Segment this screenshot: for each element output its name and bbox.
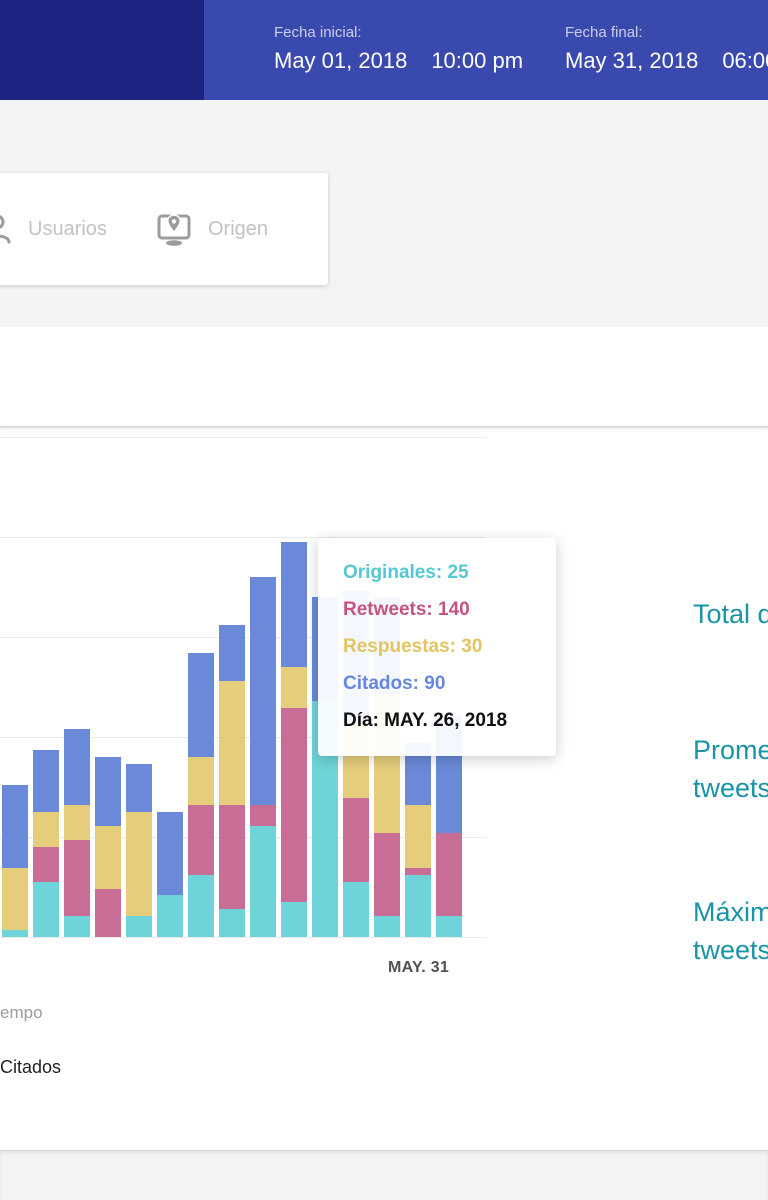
- origin-screen-pin-icon: [156, 212, 192, 246]
- segment-retweets: [374, 833, 400, 916]
- segment-respuestas: [95, 826, 121, 888]
- segment-originales: [436, 916, 462, 937]
- tooltip-row: Día: MAY. 26, 2018: [343, 702, 556, 739]
- segment-retweets: [281, 708, 307, 902]
- bar-may-21[interactable]: [126, 764, 152, 937]
- bar-may-19[interactable]: [64, 729, 90, 937]
- segment-retweets: [64, 840, 90, 916]
- segment-citados: [250, 577, 276, 806]
- stat-line: tweets por día: [693, 769, 768, 807]
- user-icon: [0, 213, 12, 245]
- chart-tooltip: Originales: 25Retweets: 140Respuestas: 3…: [318, 538, 556, 756]
- start-date-value: May 01, 2018 10:00 pm: [274, 48, 523, 74]
- segment-originales: [64, 916, 90, 937]
- bar-may-25[interactable]: [250, 577, 276, 937]
- legend-item-citados[interactable]: Citados: [0, 1057, 61, 1078]
- segment-originales: [2, 930, 28, 937]
- segment-citados: [2, 785, 28, 868]
- end-date-value: May 31, 2018 06:00 pm: [565, 48, 768, 74]
- tooltip-row: Respuestas: 30: [343, 628, 556, 665]
- segment-citados: [157, 812, 183, 895]
- segment-retweets: [436, 833, 462, 916]
- section-divider: [0, 426, 768, 428]
- stat-line: Promedio de: [693, 731, 768, 769]
- tooltip-row: Originales: 25: [343, 554, 556, 591]
- segment-respuestas: [33, 812, 59, 847]
- stat-line: tweets por día: [693, 931, 768, 969]
- bar-may-22[interactable]: [157, 812, 183, 937]
- tab-origen[interactable]: Origen: [156, 173, 268, 285]
- stat-item: Máximo detweets por día: [693, 893, 768, 969]
- end-date[interactable]: May 31, 2018: [565, 48, 698, 74]
- analytics-dashboard: Fecha inicial: May 01, 2018 10:00 pm Fec…: [0, 0, 768, 1200]
- start-date-label: Fecha inicial:: [274, 24, 362, 41]
- segment-respuestas: [64, 805, 90, 840]
- chart-caption-fragment: empo: [0, 1003, 43, 1023]
- segment-retweets: [405, 868, 431, 875]
- stat-item: Total de tweets: [693, 595, 768, 633]
- segment-respuestas: [2, 868, 28, 930]
- tab-bar-card: Usuarios Origen: [0, 173, 328, 285]
- segment-respuestas: [126, 812, 152, 916]
- segment-retweets: [95, 889, 121, 938]
- start-time[interactable]: 10:00 pm: [431, 48, 523, 74]
- activity-section: Originales: 25Retweets: 140Respuestas: 3…: [0, 327, 768, 1150]
- segment-originales: [126, 916, 152, 937]
- segment-originales: [343, 882, 369, 937]
- start-date[interactable]: May 01, 2018: [274, 48, 407, 74]
- segment-citados: [33, 750, 59, 812]
- segment-citados: [95, 757, 121, 826]
- tab-origen-label: Origen: [208, 218, 268, 241]
- segment-originales: [281, 902, 307, 937]
- end-time[interactable]: 06:00 pm: [722, 48, 768, 74]
- x-axis-baseline: [0, 937, 486, 938]
- segment-respuestas: [405, 805, 431, 867]
- segment-originales: [157, 895, 183, 937]
- segment-respuestas: [188, 757, 214, 806]
- date-range-header: Fecha inicial: May 01, 2018 10:00 pm Fec…: [0, 0, 768, 100]
- segment-citados: [126, 764, 152, 813]
- stat-item: Promedio detweets por día: [693, 731, 768, 807]
- segment-originales: [405, 875, 431, 937]
- segment-citados: [281, 542, 307, 667]
- stat-line: Máximo de: [693, 893, 768, 931]
- segment-retweets: [343, 798, 369, 881]
- bar-may-30[interactable]: [405, 743, 431, 937]
- header-brand-block: [0, 0, 204, 100]
- tooltip-row: Retweets: 140: [343, 591, 556, 628]
- segment-retweets: [250, 805, 276, 826]
- tooltip-row: Citados: 90: [343, 665, 556, 702]
- bar-may-20[interactable]: [95, 757, 121, 937]
- x-axis-tick: MAY. 31: [388, 959, 449, 977]
- segment-citados: [188, 653, 214, 757]
- segment-originales: [219, 909, 245, 937]
- end-date-label: Fecha final:: [565, 24, 643, 41]
- bar-may-18[interactable]: [33, 750, 59, 937]
- bar-may-17[interactable]: [2, 785, 28, 937]
- segment-retweets: [33, 847, 59, 882]
- segment-originales: [374, 916, 400, 937]
- segment-originales: [33, 882, 59, 937]
- gridline: [0, 437, 486, 438]
- tab-usuarios-label: Usuarios: [28, 218, 107, 241]
- bar-may-24[interactable]: [219, 625, 245, 937]
- segment-citados: [219, 625, 245, 680]
- page-footer: [0, 1150, 768, 1200]
- segment-respuestas: [281, 667, 307, 709]
- tab-usuarios[interactable]: Usuarios: [0, 173, 107, 285]
- segment-citados: [64, 729, 90, 805]
- segment-originales: [250, 826, 276, 937]
- segment-retweets: [188, 805, 214, 874]
- stat-line: Total de tweets: [693, 595, 768, 633]
- segment-respuestas: [219, 681, 245, 806]
- segment-originales: [188, 875, 214, 937]
- segment-retweets: [219, 805, 245, 909]
- bar-may-26[interactable]: [281, 542, 307, 937]
- bar-may-23[interactable]: [188, 653, 214, 937]
